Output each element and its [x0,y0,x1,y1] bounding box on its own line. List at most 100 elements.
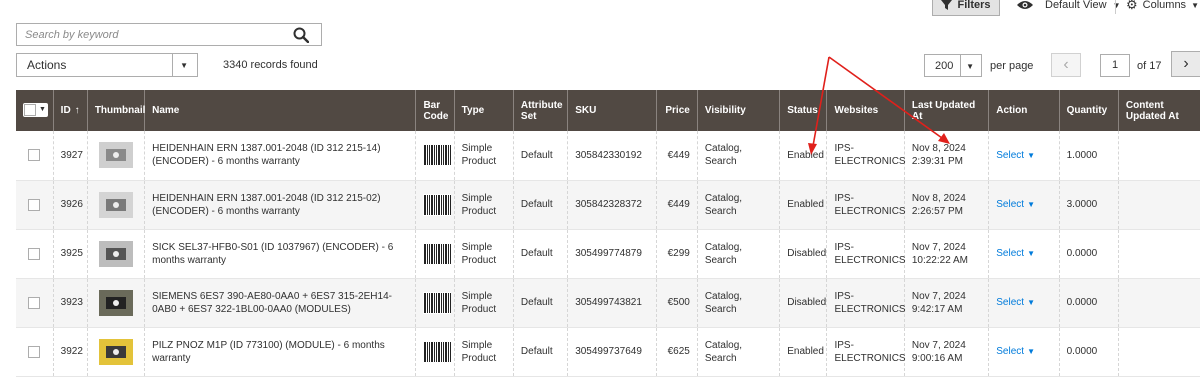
cell-sku: 305842330192 [567,131,657,181]
table-row[interactable]: 3927 HEIDENHAIN ERN 1387.001-2048 (ID 31… [16,131,1200,181]
cell-barcode [415,229,455,279]
cell-status: Enabled [779,327,827,377]
column-header-websites[interactable]: Websites [826,90,905,131]
cell-websites: IPS- ELECTRONICS [826,180,906,230]
column-header-status[interactable]: Status [779,90,827,131]
cell-type: Simple Product [453,229,514,279]
cell-id: 3922 [52,327,88,377]
row-select-cell[interactable] [16,278,54,328]
column-header-quantity[interactable]: Quantity [1058,90,1119,131]
product-thumbnail[interactable] [98,338,133,365]
table-row[interactable]: 3922 PILZ PNOZ M1P (ID 773100) (MODULE) … [16,327,1200,377]
select-label: Select [996,346,1025,357]
cell-visibility: Catalog, Search [696,131,780,181]
product-thumbnail[interactable] [98,289,133,316]
table-row[interactable]: 3926 HEIDENHAIN ERN 1387.001-2048 (ID 31… [16,180,1200,230]
cell-websites: IPS- ELECTRONICS [826,229,906,279]
column-label: Websites [834,105,879,116]
product-thumbnail[interactable] [98,142,133,169]
row-select-cell[interactable] [16,131,54,181]
row-checkbox[interactable] [28,149,41,162]
next-page-button[interactable]: › [1171,51,1200,77]
cell-sku: 305499737649 [567,327,657,377]
per-page-select[interactable]: 200 ▼ [924,54,982,77]
filters-label: Filters [957,0,991,11]
cell-thumbnail[interactable] [86,180,145,230]
page-number-input[interactable]: 1 [1100,54,1130,77]
time-line: 2:39:31 PM [911,156,963,168]
mass-select-control[interactable]: ▼ [23,102,48,117]
columns-switcher[interactable]: ⚙ Columns ▼ [1126,0,1199,13]
barcode-image [423,291,452,314]
search-box [16,23,322,46]
table-row[interactable]: 3923 SIEMENS 6ES7 390-AE80-0AA0 + 6ES7 3… [16,278,1200,328]
cell-id: 3925 [52,229,88,279]
search-icon[interactable] [293,27,309,43]
product-thumbnail[interactable] [98,191,133,218]
column-header-id[interactable]: ID ↑ [52,90,88,131]
row-select-cell[interactable] [16,180,54,230]
row-select-cell[interactable] [16,327,54,377]
cell-thumbnail[interactable] [86,131,145,181]
cell-action: Select ▼ [988,278,1060,328]
row-action-select[interactable]: Select ▼ [996,346,1035,357]
date-line: Nov 7, 2024 [911,290,966,302]
mass-select-header[interactable]: ▼ [16,90,54,131]
row-select-cell[interactable] [16,229,54,279]
eye-icon [1017,1,1033,9]
filters-button[interactable]: Filters [932,0,1000,16]
cell-content-updated [1117,131,1200,181]
cell-quantity: 3.0000 [1058,180,1119,230]
column-header-price[interactable]: Price [655,90,698,131]
column-header-visibility[interactable]: Visibility [696,90,780,131]
view-switcher[interactable]: Default View ▼ [1017,0,1120,13]
column-label: Attribute [520,99,563,111]
column-label: Type [461,105,485,116]
row-checkbox[interactable] [28,296,41,309]
select-label: Select [996,199,1025,210]
search-input[interactable] [17,24,287,45]
row-action-select[interactable]: Select ▼ [996,248,1035,259]
time-line: 9:42:17 AM [911,303,963,315]
table-row[interactable]: 3925 SICK SEL37-HFB0-S01 (ID 1037967) (E… [16,229,1200,279]
mass-select-checkbox[interactable] [24,103,36,116]
column-header-sku[interactable]: SKU [567,90,657,131]
chevron-down-icon: ▼ [180,61,188,70]
cell-attribute-set: Default [512,180,568,230]
row-checkbox[interactable] [28,345,41,358]
cell-thumbnail[interactable] [86,327,145,377]
chevron-down-icon: ▼ [1027,249,1035,258]
cell-status: Enabled [779,131,827,181]
row-action-select[interactable]: Select ▼ [996,150,1035,161]
type-line: Simple [461,192,493,204]
cell-thumbnail[interactable] [86,278,145,328]
website-line: ELECTRONICS [834,205,906,217]
cell-id: 3926 [52,180,88,230]
type-line: Simple [461,241,493,253]
column-header-name[interactable]: Name [144,90,416,131]
row-checkbox[interactable] [28,198,41,211]
select-label: Select [996,297,1025,308]
cell-thumbnail[interactable] [86,229,145,279]
per-page-label: per page [990,60,1034,72]
previous-page-button[interactable]: ‹ [1051,53,1081,77]
column-header-type[interactable]: Type [453,90,514,131]
column-label: Content [1125,99,1164,111]
chevron-down-icon[interactable]: ▼ [37,104,48,115]
row-action-select[interactable]: Select ▼ [996,199,1035,210]
chevron-down-icon: ▼ [1027,347,1035,356]
column-header-last-updated[interactable]: Last Updated At [903,90,989,131]
row-checkbox[interactable] [28,247,41,260]
column-header-attribute-set[interactable]: Attribute Set [512,90,568,131]
dropdown-divider [172,54,173,76]
toolbar-divider [1115,0,1116,14]
product-thumbnail[interactable] [98,240,133,267]
cell-type: Simple Product [453,327,514,377]
barcode-image [423,144,452,167]
row-action-select[interactable]: Select ▼ [996,297,1035,308]
actions-dropdown[interactable]: Actions ▼ [16,53,198,77]
column-header-content-updated[interactable]: Content Updated At [1117,90,1200,131]
column-header-barcode[interactable]: Bar Code [415,90,455,131]
type-line: Product [461,303,497,315]
website-line: IPS- [834,143,854,155]
